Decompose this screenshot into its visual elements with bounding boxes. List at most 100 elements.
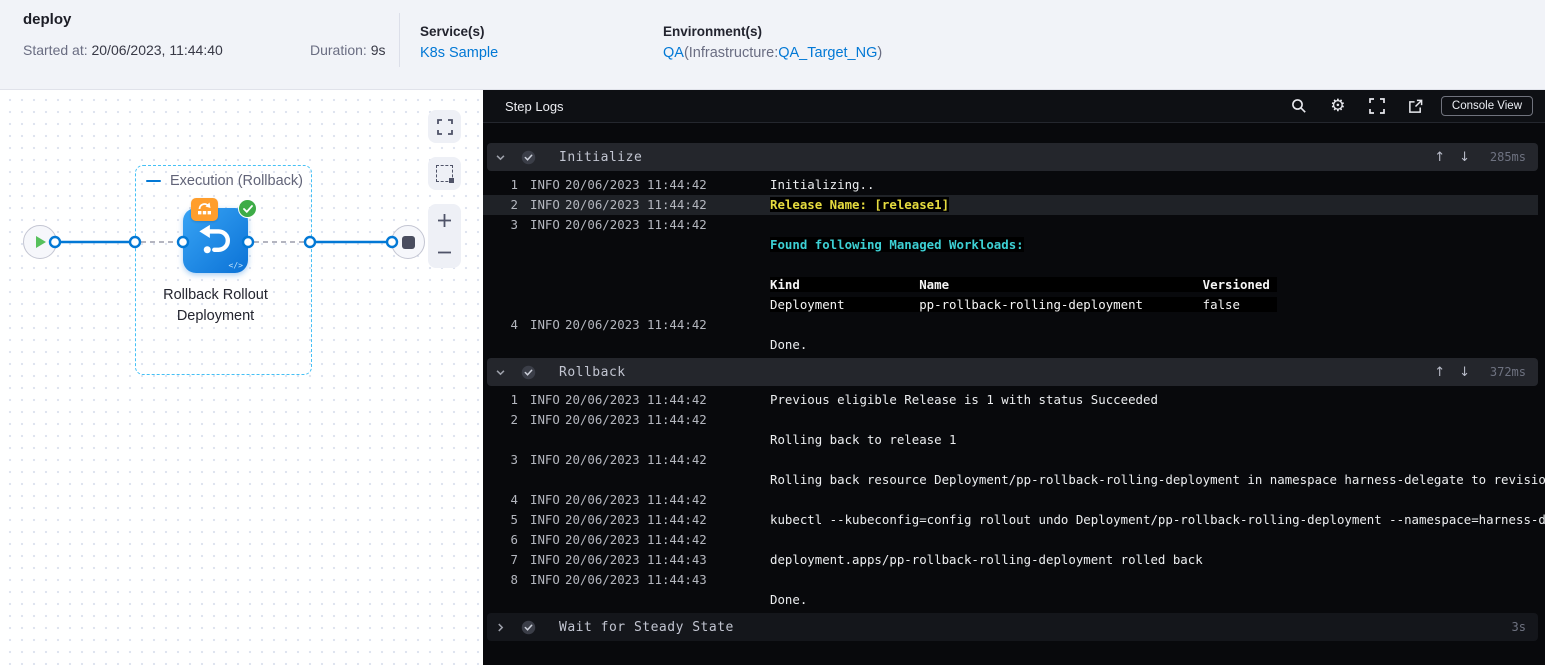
log-level: INFO	[530, 197, 560, 212]
log-level: INFO	[530, 552, 560, 567]
log-row	[483, 255, 1545, 275]
started-at-label: Started at:	[23, 42, 88, 58]
execution-header: deploy Started at: 20/06/2023, 11:44:40 …	[0, 0, 1545, 90]
step-logs-panel: Step Logs ⚙ Console View Initialize ↑ ↓ 285…	[483, 90, 1545, 665]
log-timestamp: 20/06/2023 11:44:42	[565, 512, 707, 527]
log-line-number: 4	[510, 317, 518, 332]
log-row: 1 INFO 20/06/2023 11:44:42 Initializing..	[483, 175, 1545, 195]
log-timestamp: 20/06/2023 11:44:42	[565, 492, 707, 507]
step-label: Rollback Rollout Deployment	[128, 285, 303, 327]
collapse-group-icon[interactable]	[146, 179, 161, 183]
environment-link[interactable]: QA	[663, 45, 684, 61]
log-sections: Initialize ↑ ↓ 285ms 1 INFO 20/06/2023 11:44:4…	[483, 143, 1545, 641]
log-timestamp	[565, 235, 770, 255]
log-level	[530, 235, 565, 255]
log-message	[770, 530, 1545, 550]
chevron-right-icon[interactable]	[487, 622, 513, 633]
log-section-header[interactable]: Rollback ↑ ↓ 372ms	[487, 358, 1538, 386]
log-level: INFO	[530, 452, 560, 467]
duration: Duration: 9s	[310, 42, 386, 58]
end-node[interactable]	[391, 225, 425, 259]
log-row: 4 INFO 20/06/2023 11:44:42	[483, 490, 1545, 510]
log-level: INFO	[530, 412, 560, 427]
chevron-down-icon[interactable]	[487, 152, 513, 163]
log-timestamp	[565, 430, 770, 450]
log-message: Done.	[770, 592, 808, 607]
log-level	[530, 430, 565, 450]
log-line-number	[483, 295, 518, 315]
rollback-arrow-icon	[198, 224, 230, 253]
log-level	[530, 295, 565, 315]
started-at: Started at: 20/06/2023, 11:44:40	[23, 42, 223, 58]
execution-group-header[interactable]: Execution (Rollback)	[146, 173, 303, 189]
fullscreen-icon	[436, 118, 453, 135]
log-line-number: 3	[510, 217, 518, 232]
fullscreen-icon[interactable]	[1368, 97, 1386, 115]
settings-icon[interactable]: ⚙	[1329, 97, 1347, 115]
pipeline-execution-page: deploy Started at: 20/06/2023, 11:44:40 …	[0, 0, 1545, 665]
infrastructure-link[interactable]: QA_Target_NG	[778, 45, 877, 61]
canvas-marquee-select-button[interactable]	[428, 157, 461, 190]
log-message: Kind Name Versioned	[770, 277, 1278, 292]
scroll-to-top-icon[interactable]: ↑	[1434, 150, 1445, 165]
log-row: Kind Name Versioned	[483, 275, 1545, 295]
log-line-number	[483, 430, 518, 450]
log-level	[530, 255, 565, 275]
log-message: Rolling back resource Deployment/pp-roll…	[770, 472, 1545, 487]
log-row: Done.	[483, 590, 1545, 610]
log-row: 3 INFO 20/06/2023 11:44:42	[483, 450, 1545, 470]
log-timestamp	[565, 255, 770, 275]
log-level	[530, 470, 565, 490]
log-timestamp	[565, 590, 770, 610]
services-field: Service(s) K8s Sample	[420, 24, 498, 61]
log-line-number: 1	[510, 392, 518, 407]
log-row: 6 INFO 20/06/2023 11:44:42	[483, 530, 1545, 550]
zoom-out-button[interactable]	[428, 236, 461, 268]
log-line-number	[483, 470, 518, 490]
console-view-button[interactable]: Console View	[1440, 96, 1533, 116]
service-link[interactable]: K8s Sample	[420, 45, 498, 61]
search-icon[interactable]	[1290, 97, 1308, 115]
environments-label: Environment(s)	[663, 24, 763, 39]
log-row: Rolling back resource Deployment/pp-roll…	[483, 470, 1545, 490]
log-row: 2 INFO 20/06/2023 11:44:42	[483, 410, 1545, 430]
scroll-to-top-icon[interactable]: ↑	[1434, 365, 1445, 380]
log-level	[530, 335, 565, 355]
log-timestamp: 20/06/2023 11:44:43	[565, 552, 707, 567]
log-level: INFO	[530, 392, 560, 407]
log-row: 5 INFO 20/06/2023 11:44:42 kubectl --kubeco…	[483, 510, 1545, 530]
log-row: Found following Managed Workloads:	[483, 235, 1545, 255]
log-timestamp: 20/06/2023 11:44:42	[565, 452, 707, 467]
log-level	[530, 590, 565, 610]
log-line-number: 2	[510, 197, 518, 212]
environments-field: Environment(s) QA(Infrastructure:QA_Targ…	[663, 24, 882, 61]
log-section-header[interactable]: Initialize ↑ ↓ 285ms	[487, 143, 1538, 171]
log-message: Done.	[770, 337, 808, 352]
log-section-title: Wait for Steady State	[559, 619, 734, 635]
log-section-header[interactable]: Wait for Steady State 3s	[487, 613, 1538, 641]
infrastructure-suffix: )	[877, 45, 883, 61]
zoom-in-button[interactable]	[428, 204, 461, 236]
log-message: Release Name: [release1]	[770, 197, 950, 212]
log-level: INFO	[530, 532, 560, 547]
log-line-number: 4	[510, 492, 518, 507]
log-message	[770, 490, 1545, 510]
scroll-to-bottom-icon[interactable]: ↓	[1459, 150, 1470, 165]
step-success-badge-icon	[238, 199, 257, 218]
log-line-number: 8	[510, 572, 518, 587]
infrastructure-prefix: (Infrastructure:	[683, 45, 779, 61]
start-node[interactable]	[23, 225, 57, 259]
log-timestamp	[565, 295, 770, 315]
canvas-fullscreen-button[interactable]	[428, 110, 461, 143]
open-in-new-icon[interactable]	[1407, 97, 1425, 115]
log-row: 8 INFO 20/06/2023 11:44:43	[483, 570, 1545, 590]
log-line-number	[483, 590, 518, 610]
scroll-to-bottom-icon[interactable]: ↓	[1459, 365, 1470, 380]
log-message: Previous eligible Release is 1 with stat…	[770, 392, 1158, 407]
pipeline-graph-canvas[interactable]: Execution (Rollback) </> Rollback Rollou…	[0, 90, 483, 665]
chevron-down-icon[interactable]	[487, 367, 513, 378]
started-at-value: 20/06/2023, 11:44:40	[91, 42, 223, 58]
log-level: INFO	[530, 317, 560, 332]
rollout-deployment-badge-icon	[191, 198, 218, 221]
zoom-out-icon	[438, 251, 451, 253]
